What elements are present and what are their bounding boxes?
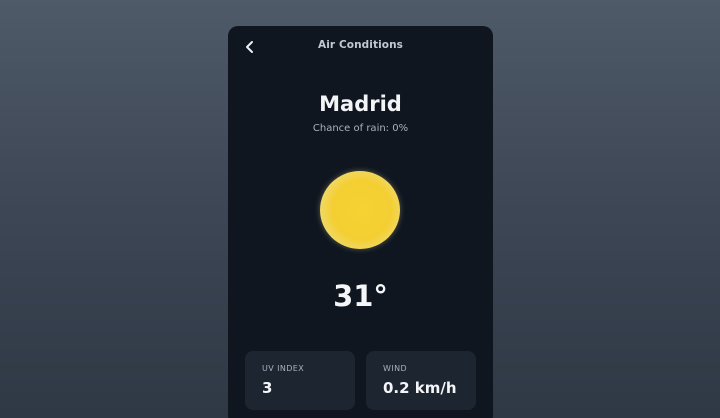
sun-icon bbox=[320, 171, 400, 249]
page-title: Air Conditions bbox=[317, 39, 404, 51]
wind-value: 0.2 km/h bbox=[383, 379, 457, 397]
wind-card: WIND 0.2 km/h bbox=[366, 351, 476, 410]
rain-chance: Chance of rain: 0% bbox=[312, 123, 409, 134]
city-name: Madrid bbox=[319, 92, 402, 116]
uv-index-card: UV INDEX 3 bbox=[245, 351, 355, 410]
uv-index-value: 3 bbox=[262, 379, 273, 397]
uv-index-label: UV INDEX bbox=[262, 364, 305, 373]
header: Air Conditions bbox=[228, 26, 493, 66]
temperature: 31° bbox=[333, 279, 388, 313]
wind-label: WIND bbox=[383, 364, 408, 373]
air-conditions-panel: Air Conditions Madrid Chance of rain: 0%… bbox=[228, 26, 493, 418]
